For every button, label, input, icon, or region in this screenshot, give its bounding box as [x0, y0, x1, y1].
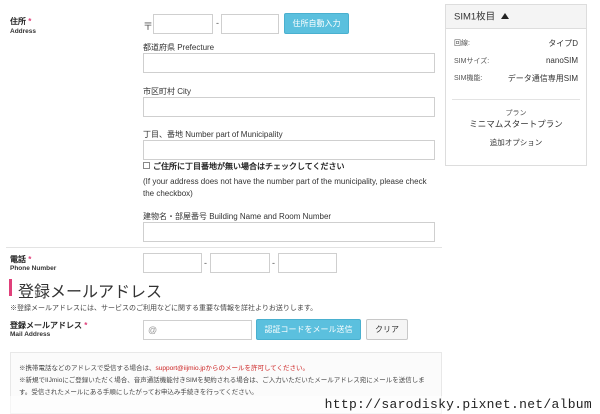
postal-code-second-input[interactable]	[221, 14, 279, 34]
city-input[interactable]	[143, 97, 435, 117]
address-label: 住所 *	[10, 17, 32, 26]
email-sub-label: Mail Address	[10, 331, 51, 338]
auto-fill-address-button[interactable]: 住所自動入力	[284, 13, 349, 34]
phone-dash: -	[272, 258, 275, 268]
prefecture-input[interactable]	[143, 53, 435, 73]
clear-button[interactable]: クリア	[366, 319, 408, 340]
sim-summary-header[interactable]: SIM1枚目	[446, 5, 586, 29]
watermark-bar: http://sarodisky.pixnet.net/album	[0, 396, 600, 414]
required-mark: *	[28, 255, 32, 264]
watermark-text: http://sarodisky.pixnet.net/album	[324, 397, 592, 412]
no-number-checkbox-label: ご住所に丁目番地が無い場合はチェックしてください	[153, 162, 345, 171]
chevron-up-icon[interactable]	[500, 5, 509, 29]
phone-label: 電話 *	[10, 255, 32, 264]
building-input[interactable]	[143, 222, 435, 242]
sim-summary-panel: SIM1枚目 回線: タイプD SIMサイズ: nanoSIM SIM機能: デ…	[445, 4, 587, 166]
notice-line-1: ※携帯電話などのアドレスで受信する場合は、support@iijmio.jpから…	[19, 365, 310, 372]
email-section-description: ※登録メールアドレスには、サービスのご利用などに関する重要な情報を詳社よりお送り…	[10, 305, 318, 312]
send-verification-code-button[interactable]: 認証コードをメール送信	[256, 319, 361, 340]
phone-dash: -	[204, 258, 207, 268]
city-label: 市区町村 City	[143, 87, 191, 96]
required-mark: *	[84, 321, 88, 330]
plan-label: プラン	[505, 110, 527, 117]
building-label: 建物名・部屋番号 Building Name and Room Number	[143, 212, 332, 221]
additional-options-label: 追加オプション	[489, 138, 543, 147]
address-sub-label: Address	[10, 28, 37, 35]
phone-first-input[interactable]	[143, 253, 202, 273]
phone-third-input[interactable]	[278, 253, 337, 273]
postal-dash: -	[216, 18, 219, 28]
postal-mark-icon: 〒	[143, 22, 153, 33]
postal-code-first-input[interactable]	[153, 14, 213, 34]
prefecture-label: 都道府県 Prefecture	[143, 43, 215, 52]
phone-second-input[interactable]	[210, 253, 270, 273]
divider	[452, 99, 580, 100]
no-number-checkbox[interactable]	[143, 162, 150, 169]
number-part-label: 丁目、番地 Number part of Municipality	[143, 130, 283, 139]
phone-sub-label: Phone Number	[10, 265, 57, 272]
email-placeholder: @	[148, 325, 158, 335]
email-input[interactable]: @	[143, 320, 252, 340]
required-mark: *	[28, 17, 32, 26]
number-part-input[interactable]	[143, 140, 435, 160]
divider	[6, 247, 442, 248]
no-number-checkbox-note: (If your address does not have the numbe…	[143, 177, 427, 198]
plan-value: ミニマムスタートプラン	[469, 119, 563, 129]
email-label: 登録メールアドレス *	[10, 321, 88, 330]
heading-accent-bar	[9, 279, 12, 296]
notice-highlight: support@iijmio.jpからのメールを許可してください。	[155, 365, 310, 372]
email-section-heading: 登録メールアドレス	[18, 284, 163, 301]
